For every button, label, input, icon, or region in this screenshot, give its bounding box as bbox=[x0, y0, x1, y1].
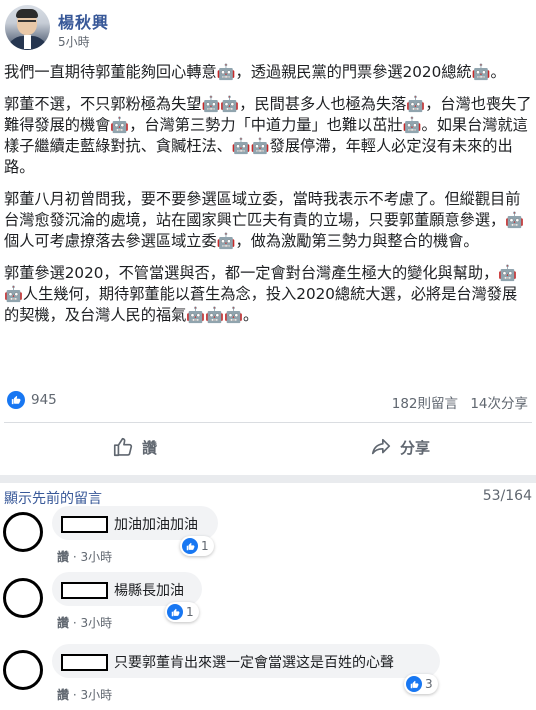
comment-like-link[interactable]: 讚 bbox=[57, 688, 69, 702]
reaction-count: 3 bbox=[425, 677, 433, 691]
like-reaction-icon[interactable] bbox=[7, 391, 25, 409]
comment-reactions[interactable]: 3 bbox=[404, 674, 438, 694]
share-button[interactable]: 分享 bbox=[370, 427, 430, 467]
comment-like-link[interactable]: 讚 bbox=[57, 550, 69, 564]
comment-item: 楊縣長加油 1 讚 · 3小時 bbox=[0, 572, 536, 638]
divider bbox=[4, 422, 532, 423]
redacted-commenter-name bbox=[61, 654, 108, 671]
comment-reactions[interactable]: 1 bbox=[165, 602, 199, 622]
share-count-link[interactable]: 14次分享 bbox=[470, 396, 528, 412]
redacted-commenter-name bbox=[61, 516, 108, 533]
engagement-counts: 182則留言 14次分享 bbox=[384, 392, 528, 412]
view-previous-comments-link[interactable]: 顯示先前的留言 bbox=[4, 488, 102, 508]
comment-item: 只要郭董肯出來選一定會當選这是百姓的心聲 3 讚 · 3小時 bbox=[0, 644, 536, 710]
post-timestamp[interactable]: 5小時 bbox=[58, 33, 90, 50]
share-button-label: 分享 bbox=[400, 438, 431, 457]
comment-text: 楊縣長加油 bbox=[114, 583, 184, 599]
like-reaction-icon bbox=[167, 604, 183, 620]
author-name[interactable]: 楊秋興 bbox=[58, 9, 109, 33]
comment-reactions[interactable]: 1 bbox=[180, 536, 214, 556]
commenter-avatar[interactable] bbox=[3, 650, 43, 690]
post-body: 我們一直期待郭董能夠回心轉意🤖，透過親民黨的門票參選2020總統🤖。 郭董不選，… bbox=[4, 62, 532, 337]
commenter-avatar[interactable] bbox=[3, 578, 43, 618]
like-count[interactable]: 945 bbox=[31, 392, 57, 408]
post-paragraph: 郭董參選2020，不管當選與否，都一定會對台灣產生極大的變化與幫助，🤖🤖人生幾何… bbox=[4, 264, 518, 324]
reaction-count: 1 bbox=[201, 539, 209, 553]
post-paragraph: 郭董八月初曾問我，要不要參選區域立委，當時我表示不考慮了。但縱觀目前台灣愈發沉淪… bbox=[4, 190, 525, 250]
post-stats: 945 182則留言 14次分享 bbox=[0, 384, 536, 420]
comment-like-link[interactable]: 讚 bbox=[57, 616, 69, 630]
comment-timestamp[interactable]: 3小時 bbox=[80, 688, 112, 702]
post-paragraph: 郭董不選，不只郭粉極為失望🤖🤖，民間甚多人也極為失落🤖，台灣也喪失了難得發展的機… bbox=[4, 95, 532, 176]
thumbs-up-icon bbox=[113, 437, 133, 457]
comment-timestamp[interactable]: 3小時 bbox=[80, 550, 112, 564]
reaction-count: 1 bbox=[186, 605, 194, 619]
like-button-label: 讚 bbox=[142, 438, 158, 457]
comment-text: 只要郭董肯出來選一定會當選这是百姓的心聲 bbox=[114, 655, 394, 671]
post-header: 楊秋興 5小時 bbox=[0, 0, 536, 60]
like-reaction-icon bbox=[182, 538, 198, 554]
post-paragraph: 我們一直期待郭董能夠回心轉意🤖，透過親民黨的門票參選2020總統🤖。 bbox=[4, 63, 506, 81]
comment-text: 加油加油加油 bbox=[114, 517, 198, 533]
share-arrow-icon bbox=[371, 438, 391, 455]
like-reaction-icon bbox=[406, 676, 422, 692]
comment-bubble: 楊縣長加油 bbox=[52, 572, 202, 606]
comment-meta: 讚 · 3小時 bbox=[57, 688, 113, 702]
comment-timestamp[interactable]: 3小時 bbox=[80, 616, 112, 630]
section-separator bbox=[0, 475, 536, 483]
comment-bubble: 只要郭董肯出來選一定會當選这是百姓的心聲 bbox=[52, 644, 440, 678]
like-button[interactable]: 讚 bbox=[112, 427, 157, 467]
comment-meta: 讚 · 3小時 bbox=[57, 616, 113, 630]
author-avatar[interactable] bbox=[5, 5, 50, 50]
redacted-commenter-name bbox=[61, 582, 108, 599]
comment-bubble: 加油加油加油 bbox=[52, 506, 218, 540]
post-action-bar: 讚 分享 bbox=[0, 427, 536, 467]
comment-pagination-count: 53/164 bbox=[482, 488, 532, 504]
comment-meta: 讚 · 3小時 bbox=[57, 550, 113, 564]
comment-item: 加油加油加油 1 讚 · 3小時 bbox=[0, 506, 536, 572]
comment-count-link[interactable]: 182則留言 bbox=[392, 396, 458, 412]
commenter-avatar[interactable] bbox=[3, 512, 43, 552]
